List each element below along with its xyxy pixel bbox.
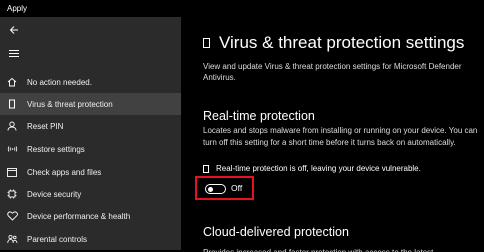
sidebar-item-label: Parental controls — [27, 234, 88, 244]
shield-icon — [6, 98, 18, 110]
sidebar-item-parental-controls[interactable]: Parental controls — [0, 228, 181, 250]
sidebar-item-label: No action needed. — [27, 77, 92, 87]
sidebar-item-label: Device security — [27, 189, 82, 199]
window-title: Apply — [7, 4, 28, 13]
sidebar-item-label: Check apps and files — [27, 167, 102, 177]
wireless-icon — [6, 143, 18, 155]
sidebar-item-device-performance-health[interactable]: Device performance & health — [0, 205, 181, 227]
realtime-warning: Real-time protection is off, leaving you… — [203, 164, 421, 173]
sidebar-item-restore-settings[interactable]: Restore settings — [0, 138, 181, 160]
sidebar-item-label: Reset PIN — [27, 121, 64, 131]
realtime-description: Locates and stops malware from installin… — [203, 126, 478, 147]
sidebar-item-label: Device performance & health — [27, 211, 131, 221]
family-icon — [6, 233, 18, 245]
sidebar-item-check-apps-files[interactable]: Check apps and files — [0, 161, 181, 183]
cloud-heading: Cloud-delivered protection — [203, 225, 349, 239]
home-icon — [6, 76, 18, 88]
back-arrow-icon — [9, 26, 18, 34]
sidebar-item-label: Restore settings — [27, 144, 85, 154]
hamburger-icon — [9, 49, 19, 57]
page-title: Virus & threat protection settings — [203, 33, 464, 53]
chip-icon — [6, 188, 18, 200]
menu-button[interactable] — [6, 45, 22, 61]
person-icon — [6, 120, 18, 132]
toggle-knob — [208, 186, 213, 192]
window-icon — [6, 166, 18, 178]
sidebar-item-home[interactable]: No action needed. — [0, 71, 181, 93]
main-content: Virus & threat protection settings View … — [181, 17, 484, 252]
sidebar-item-device-security[interactable]: Device security — [0, 183, 181, 205]
window-title-bar: Apply — [0, 0, 484, 17]
realtime-protection-toggle[interactable] — [205, 184, 226, 194]
toggle-highlight-box: Off — [195, 176, 254, 200]
realtime-heading: Real-time protection — [203, 109, 315, 123]
sidebar-item-label: Virus & threat protection — [27, 99, 113, 109]
sidebar-item-virus-threat-protection[interactable]: Virus & threat protection — [0, 93, 181, 115]
page-title-text: Virus & threat protection settings — [219, 33, 465, 52]
warning-shield-icon — [203, 164, 209, 173]
sidebar: No action needed. Virus & threat protect… — [0, 17, 181, 250]
shield-icon — [203, 38, 210, 48]
page-subtitle: View and update Virus & threat protectio… — [203, 62, 462, 82]
toggle-state-label: Off — [231, 183, 243, 193]
back-button[interactable] — [6, 22, 22, 38]
warning-text: Real-time protection is off, leaving you… — [216, 164, 421, 173]
heart-icon — [6, 210, 18, 222]
sidebar-item-reset-pin[interactable]: Reset PIN — [0, 115, 181, 137]
